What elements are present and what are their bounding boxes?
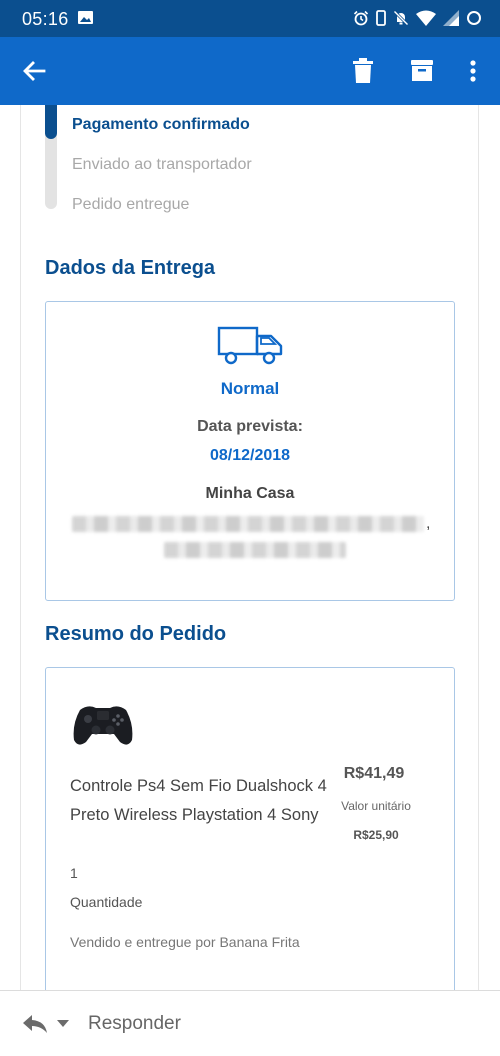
order-summary-card: Controle Ps4 Sem Fio Dualshock 4 Preto W…: [45, 667, 455, 990]
expected-date-value: 08/12/2018: [209, 447, 291, 464]
quantity-value: 1: [70, 865, 78, 881]
delivery-place-name: Minha Casa: [205, 485, 295, 502]
delivery-card: Normal Data prevista: 08/12/2018 Minha C…: [45, 301, 455, 601]
trash-icon[interactable]: [351, 57, 375, 85]
seller-info: Vendido e entregue por Banana Frita: [70, 934, 300, 950]
status-icons: [353, 8, 482, 28]
email-content[interactable]: Pagamento confirmado Enviado ao transpor…: [0, 105, 500, 990]
reply-bar: Responder: [0, 990, 500, 1056]
reply-icon[interactable]: [22, 1013, 48, 1035]
image-icon: [78, 11, 93, 24]
battery-icon: [467, 11, 481, 25]
more-vert-icon[interactable]: [462, 57, 484, 85]
status-time: 05:16: [22, 9, 69, 29]
address-comma: ,: [426, 515, 431, 532]
status-bar: 05:16: [0, 0, 500, 37]
chevron-down-icon[interactable]: [56, 1019, 70, 1029]
unit-price-value: R$25,90: [353, 828, 399, 842]
delivery-section-title: Dados da Entrega: [45, 257, 216, 279]
wifi-icon: [416, 10, 436, 26]
step-shipped: Enviado ao transportador: [72, 156, 252, 173]
product-price: R$41,49: [343, 765, 405, 782]
back-arrow-icon[interactable]: [20, 57, 48, 85]
expected-date-label: Data prevista:: [197, 418, 303, 435]
alarm-icon: [353, 10, 369, 26]
redacted-address-line-2: [164, 542, 346, 558]
signal-icon: [443, 10, 459, 26]
app-bar: [0, 37, 500, 105]
reply-button[interactable]: Responder: [88, 1013, 181, 1035]
truck-icon: [217, 326, 283, 365]
tracking-progress-fill: [45, 105, 57, 139]
step-delivered: Pedido entregue: [72, 196, 190, 213]
quantity-label: Quantidade: [70, 894, 143, 910]
redacted-address-line-1: [72, 516, 424, 532]
step-payment-confirmed: Pagamento confirmado: [72, 116, 250, 133]
summary-section-title: Resumo do Pedido: [45, 623, 227, 645]
unit-price-label: Valor unitário: [341, 799, 411, 813]
archive-icon[interactable]: [408, 57, 436, 85]
frame-border-right: [478, 105, 479, 990]
phone-icon: [376, 10, 386, 26]
bell-off-icon: [393, 10, 409, 26]
gamepad-product-image: [73, 706, 133, 745]
product-name[interactable]: Controle Ps4 Sem Fio Dualshock 4 Preto W…: [70, 772, 330, 830]
shipping-method: Normal: [220, 379, 280, 398]
frame-border-left: [20, 105, 21, 990]
